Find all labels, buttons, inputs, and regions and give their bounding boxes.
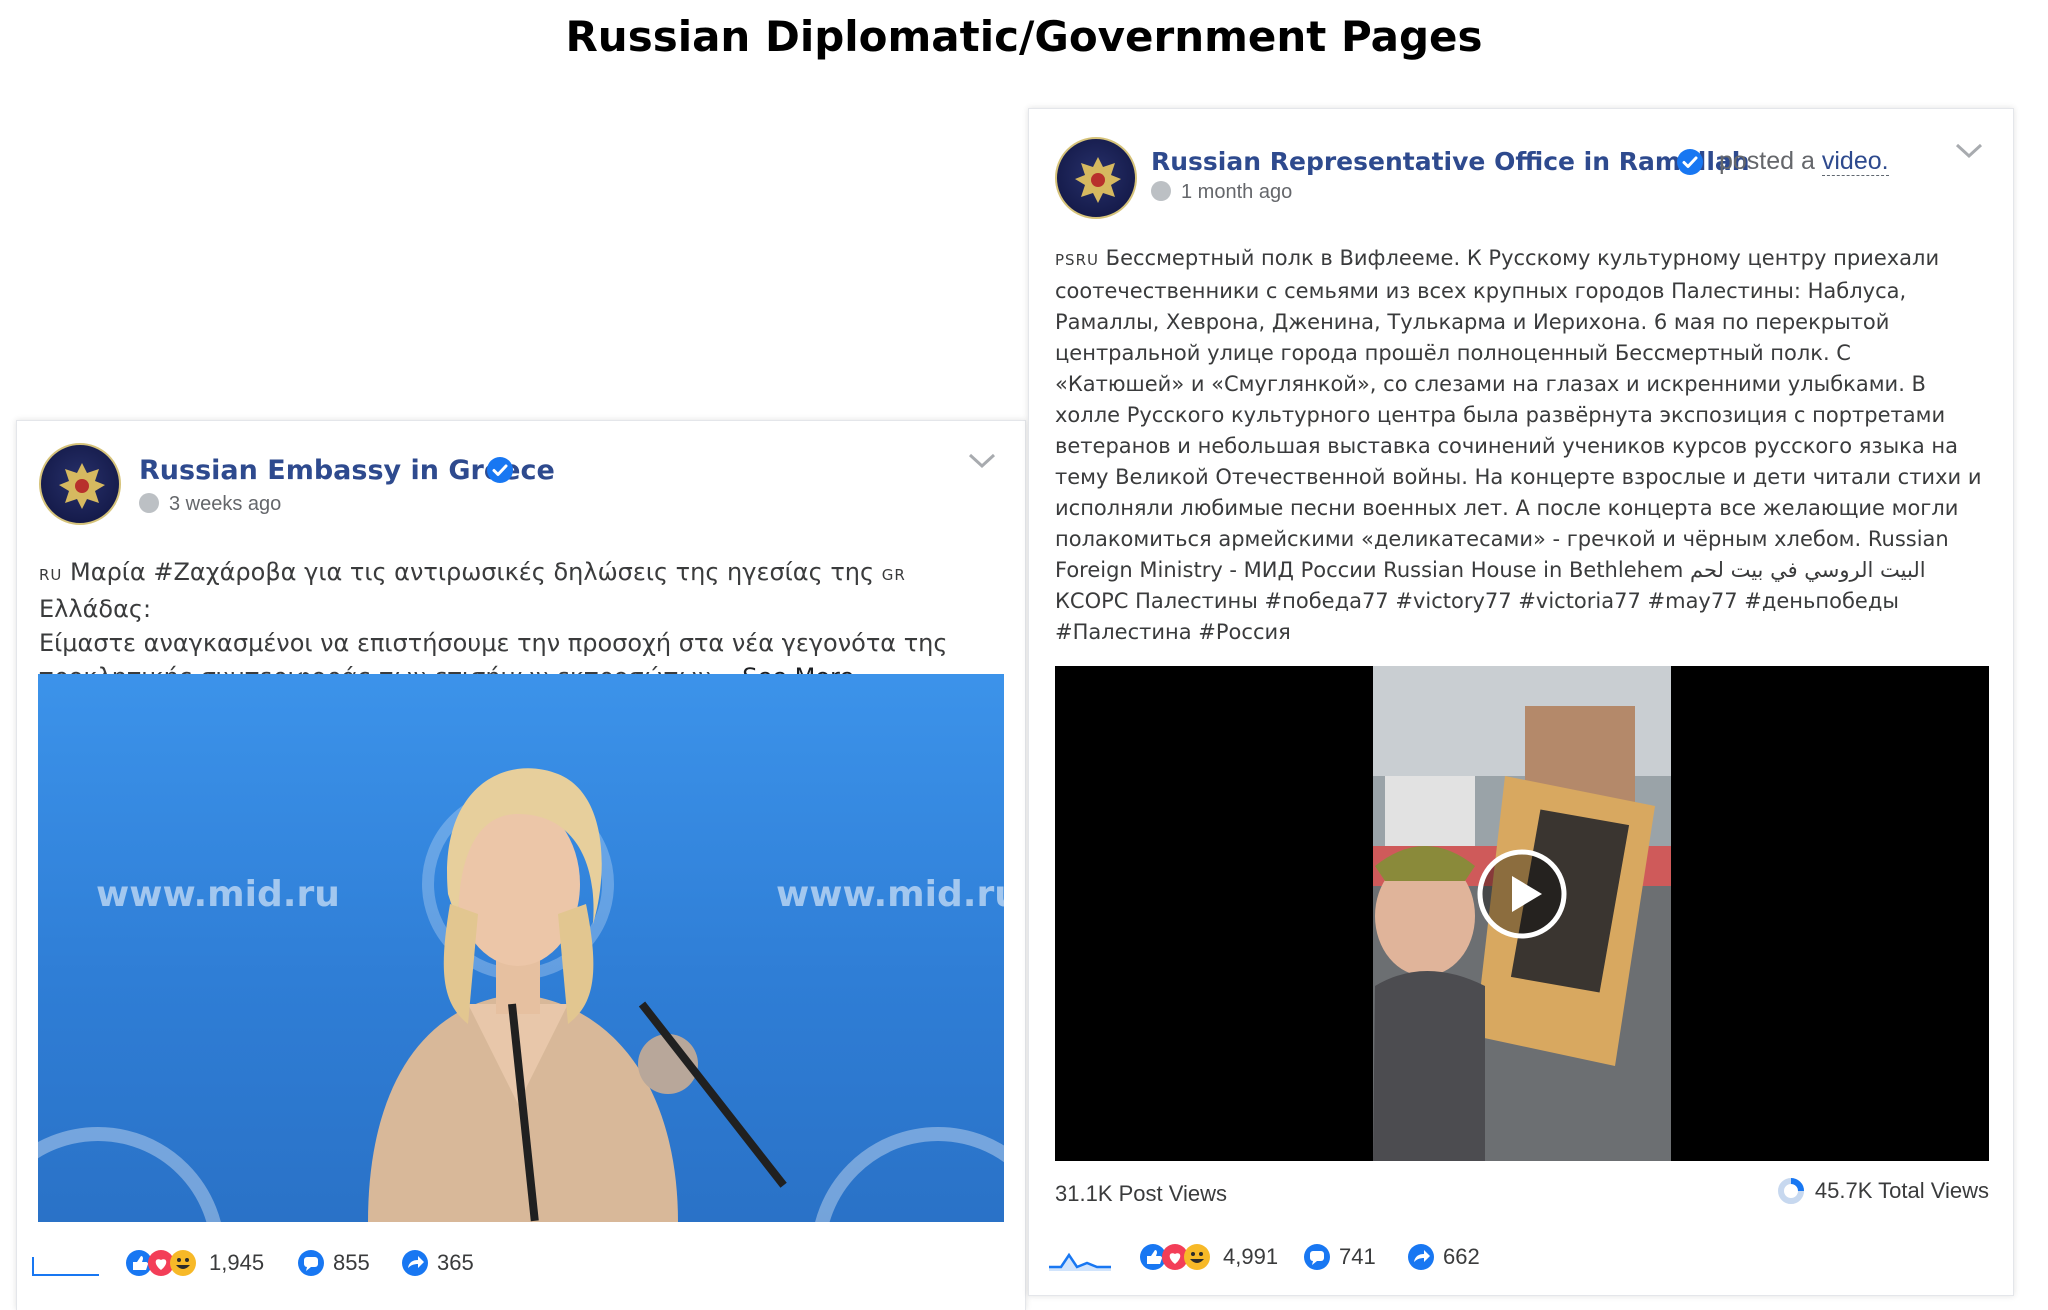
shares-count[interactable]: 365	[401, 1249, 474, 1277]
video-player[interactable]	[1055, 666, 1989, 1161]
page-name-link[interactable]: Russian Representative Office in Ramalla…	[1151, 147, 1750, 176]
reactions-icon	[126, 1250, 196, 1276]
post-timestamp[interactable]: 3 weeks ago	[139, 493, 281, 516]
post-views: 31.1K Post Views	[1055, 1181, 1228, 1206]
engagement-row: 4,991 741 662	[1029, 1237, 2013, 1277]
total-views: 45.7K Total Views	[1777, 1177, 1989, 1205]
comments-count[interactable]: 855	[297, 1249, 370, 1277]
post-timestamp[interactable]: 1 month ago	[1151, 181, 1292, 204]
watermark-text: www.mid.ru	[776, 874, 1004, 915]
comments-count[interactable]: 741	[1303, 1243, 1376, 1271]
post-card-embassy-greece: Russian Embassy in Greece 3 weeks ago RU…	[16, 420, 1026, 1310]
page-title: Russian Diplomatic/Government Pages	[565, 12, 1483, 61]
coat-of-arms-icon	[59, 463, 105, 509]
reactions-icon	[1140, 1244, 1210, 1270]
post-text: PSRU Бессмертный полк в Вифлееме. К Русс…	[1055, 246, 1982, 644]
views-row: 31.1K Post Views 45.7K Total Views	[1055, 1177, 1989, 1211]
engagement-row: 1,945 855 365	[17, 1241, 1025, 1281]
video-link[interactable]: video.	[1821, 147, 1889, 176]
watermark-text: www.mid.ru	[96, 874, 340, 915]
trend-sparkline-icon	[1049, 1252, 1111, 1271]
reactions-count[interactable]: 1,945	[125, 1249, 264, 1277]
press-briefing-photo	[38, 768, 1004, 1222]
shares-count[interactable]: 662	[1407, 1243, 1480, 1271]
verified-badge-icon	[1677, 149, 1703, 175]
post-action-text: posted a video.	[1719, 147, 1889, 176]
post-card-ramallah-office: Russian Representative Office in Ramalla…	[1028, 108, 2014, 1296]
coat-of-arms-icon	[1075, 157, 1121, 203]
globe-icon	[1151, 181, 1171, 201]
share-icon	[1408, 1244, 1434, 1270]
chevron-down-icon[interactable]	[1954, 141, 1984, 161]
post-photo[interactable]: www.mid.ru www.mid.ru	[38, 674, 1004, 1222]
share-icon	[402, 1250, 428, 1276]
page-avatar[interactable]	[1055, 137, 1137, 219]
globe-icon	[139, 493, 159, 513]
page-avatar[interactable]	[39, 443, 121, 525]
chevron-down-icon[interactable]	[967, 451, 997, 471]
comment-icon	[298, 1250, 324, 1276]
play-icon[interactable]	[1476, 848, 1568, 940]
views-ring-icon	[1777, 1178, 1804, 1204]
comment-icon	[1304, 1244, 1330, 1270]
verified-badge-icon	[487, 457, 513, 483]
reactions-count[interactable]: 4,991	[1139, 1243, 1278, 1271]
trend-sparkline-icon	[32, 1257, 99, 1276]
